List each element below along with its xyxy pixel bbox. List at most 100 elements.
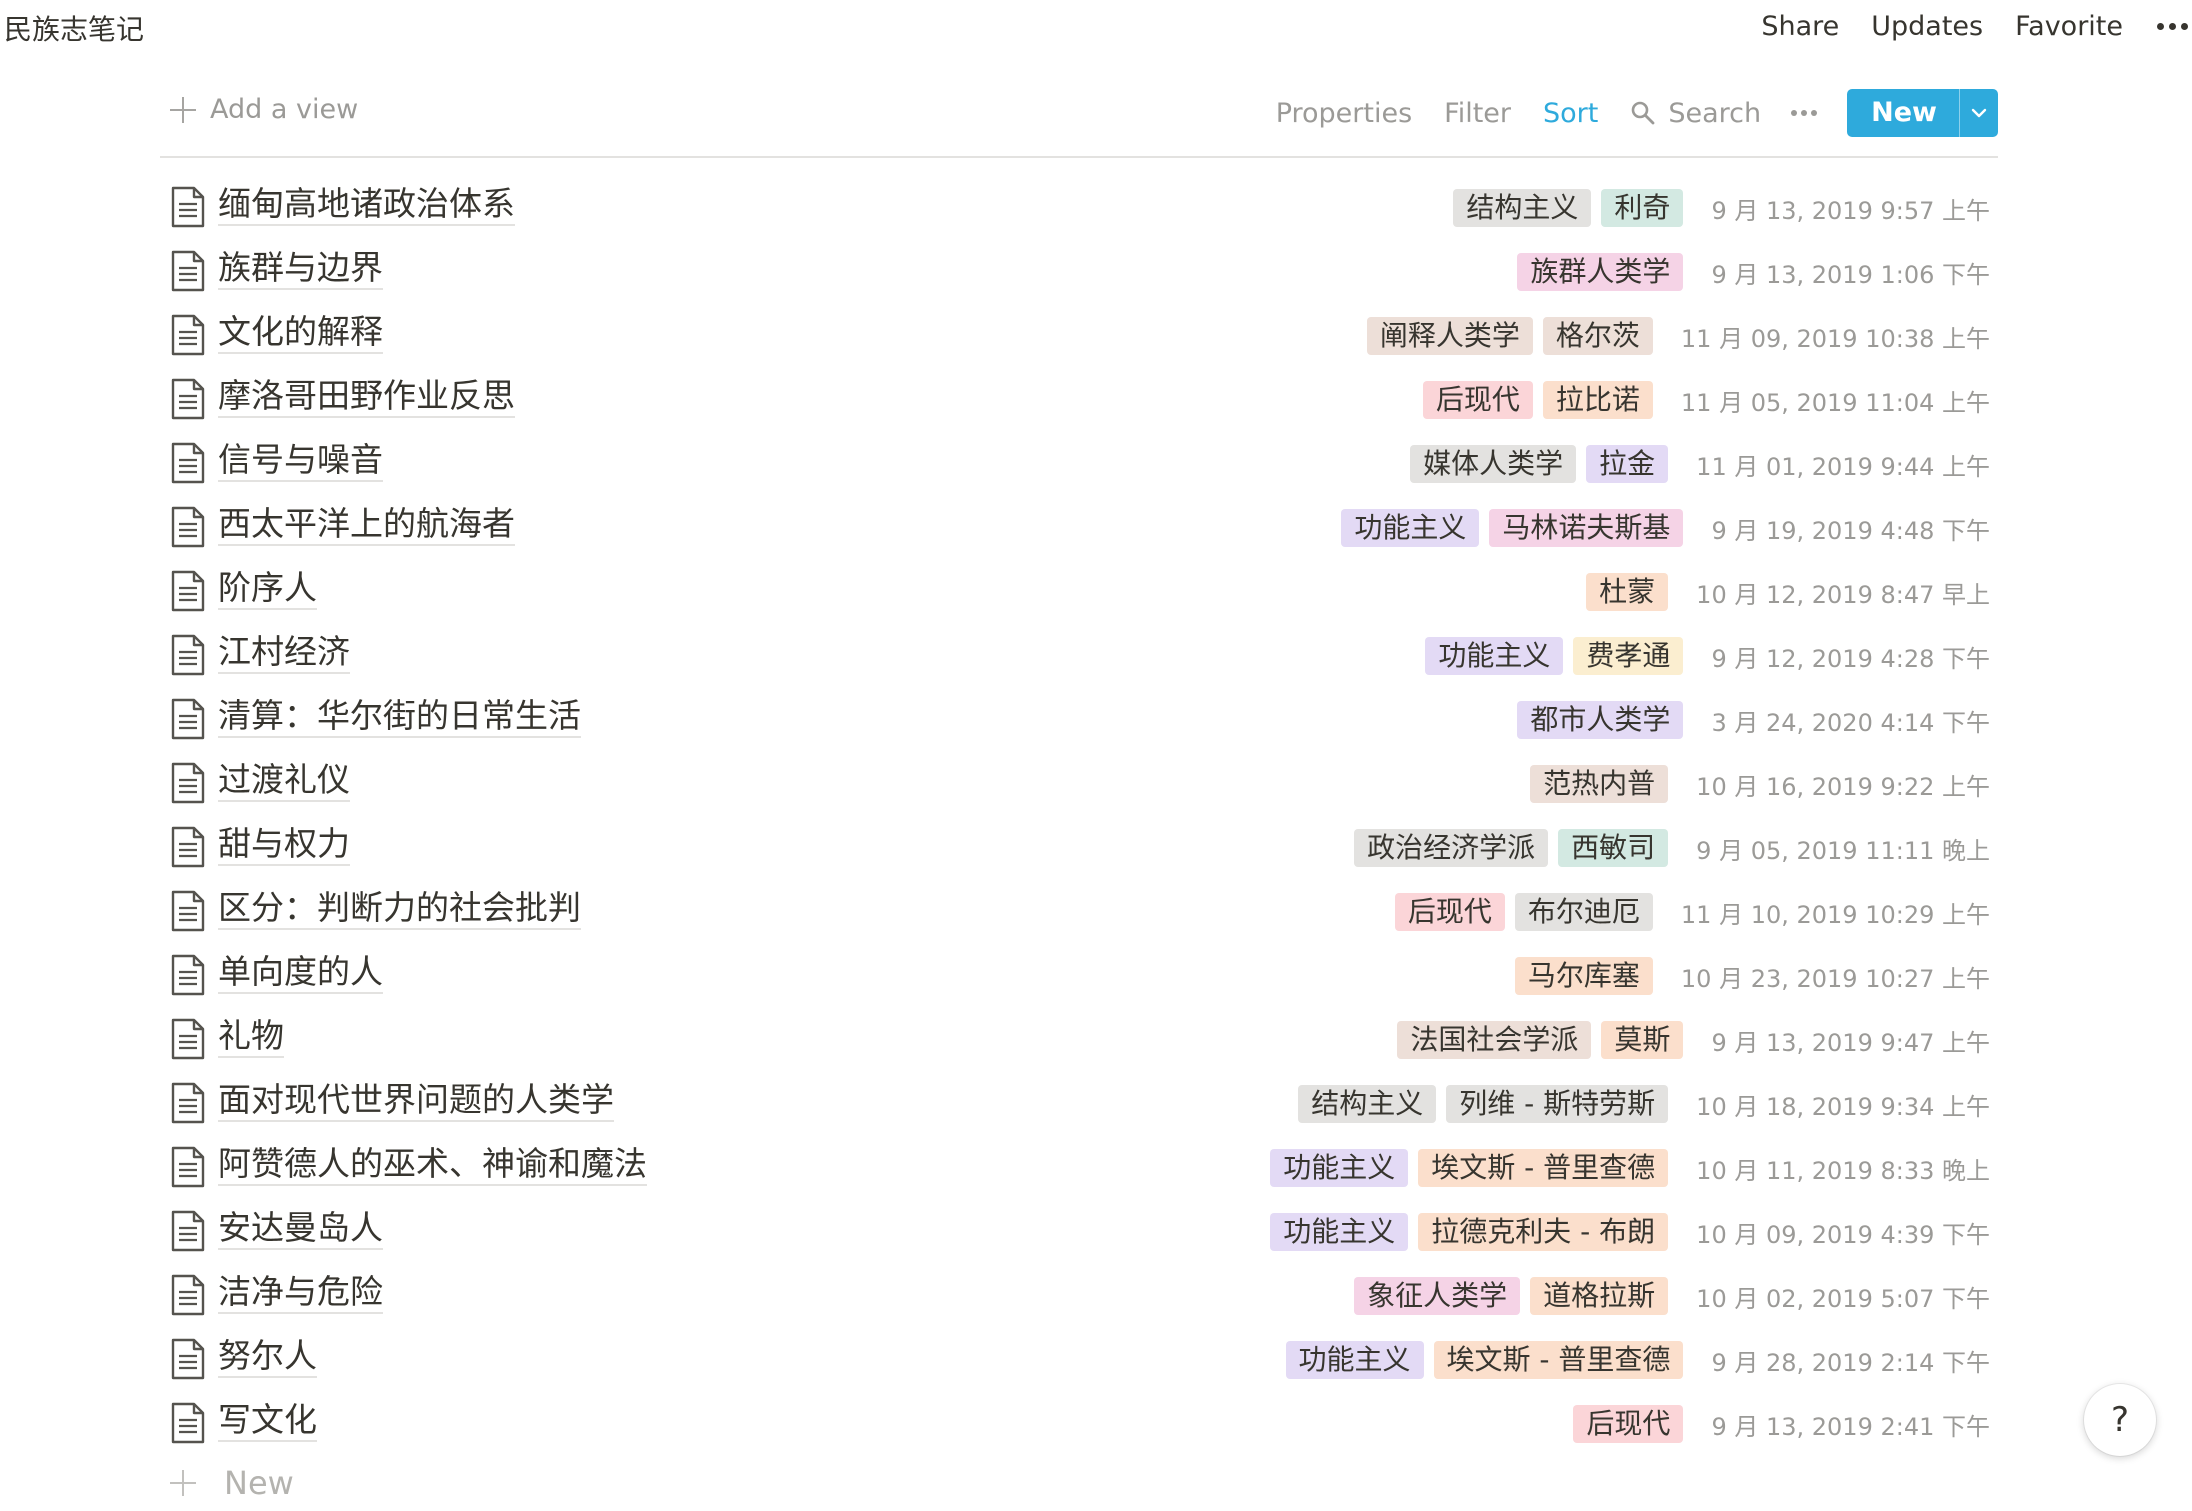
new-page-label: New (224, 1464, 294, 1502)
more-horizontal-icon[interactable] (2153, 22, 2192, 30)
page-title-link[interactable]: 摩洛哥田野作业反思 (218, 376, 515, 418)
row-properties: 功能主义 拉德克利夫 - 布朗 10 月 09, 2019 4:39 下午 (1260, 1212, 1990, 1252)
list-item[interactable]: 清算：华尔街的日常生活 都市人类学 3 月 24, 2020 4:14 下午 (160, 688, 1998, 752)
created-time: 10 月 09, 2019 4:39 下午 (1696, 1220, 1990, 1249)
favorite-button[interactable]: Favorite (2015, 11, 2123, 42)
share-button[interactable]: Share (1761, 11, 1839, 42)
page-title[interactable]: 民族志笔记 (4, 8, 144, 48)
list-item[interactable]: 阿赞德人的巫术、神谕和魔法 功能主义 埃文斯 - 普里查德 10 月 11, 201… (160, 1136, 1998, 1200)
page-title-link[interactable]: 西太平洋上的航海者 (218, 504, 515, 546)
page-title-link[interactable]: 过渡礼仪 (218, 760, 350, 802)
new-page-button[interactable]: New (160, 1464, 294, 1502)
list-item[interactable]: 过渡礼仪 范热内普 10 月 16, 2019 9:22 上午 (160, 752, 1998, 816)
tag-badge: 阐释人类学 (1366, 317, 1533, 355)
created-time: 10 月 18, 2019 9:34 上午 (1696, 1092, 1990, 1121)
topbar-actions: Share Updates Favorite (1729, 8, 2192, 44)
tag-badge: 布尔迪厄 (1514, 893, 1653, 931)
new-button-label[interactable]: New (1847, 89, 1959, 137)
created-time: 10 月 02, 2019 5:07 下午 (1696, 1284, 1990, 1313)
properties-button[interactable]: Properties (1276, 98, 1412, 129)
page-title-link[interactable]: 单向度的人 (218, 952, 383, 994)
created-time: 10 月 12, 2019 8:47 早上 (1696, 580, 1990, 609)
plus-icon (170, 1470, 196, 1496)
tag-badge: 西敏司 (1558, 829, 1669, 867)
list-item[interactable]: 区分：判断力的社会批判 后现代 布尔迪厄 11 月 10, 2019 10:29 上… (160, 880, 1998, 944)
page-title-link[interactable]: 江村经济 (218, 632, 350, 674)
page-title-link[interactable]: 区分：判断力的社会批判 (218, 888, 581, 930)
tag-badge: 功能主义 (1270, 1149, 1409, 1187)
created-time: 3 月 24, 2020 4:14 下午 (1711, 708, 1990, 737)
list-item[interactable]: 西太平洋上的航海者 功能主义 马林诺夫斯基 9 月 19, 2019 4:48 下午 (160, 496, 1998, 560)
list-item[interactable]: 信号与噪音 媒体人类学 拉金 11 月 01, 2019 9:44 上午 (160, 432, 1998, 496)
tag-badge: 马尔库塞 (1514, 957, 1653, 995)
list-item[interactable]: 族群与边界 族群人类学 9 月 13, 2019 1:06 下午 (160, 240, 1998, 304)
list-item[interactable]: 写文化 后现代 9 月 13, 2019 2:41 下午 (160, 1392, 1998, 1456)
list-item[interactable]: 单向度的人 马尔库塞 10 月 23, 2019 10:27 上午 (160, 944, 1998, 1008)
page-icon (171, 570, 205, 612)
tag-badge: 道格拉斯 (1530, 1277, 1669, 1315)
row-properties: 族群人类学 9 月 13, 2019 1:06 下午 (1507, 252, 1990, 292)
created-time: 9 月 13, 2019 9:57 上午 (1711, 196, 1990, 225)
page-title-link[interactable]: 安达曼岛人 (218, 1208, 383, 1250)
page-title-link[interactable]: 面对现代世界问题的人类学 (218, 1080, 614, 1122)
list-item[interactable]: 甜与权力 政治经济学派 西敏司 9 月 05, 2019 11:11 晚上 (160, 816, 1998, 880)
created-time: 9 月 12, 2019 4:28 下午 (1711, 644, 1990, 673)
page-icon (171, 762, 205, 804)
tag-badge: 杜蒙 (1586, 573, 1669, 611)
list-item[interactable]: 缅甸高地诸政治体系 结构主义 利奇 9 月 13, 2019 9:57 上午 (160, 176, 1998, 240)
plus-icon (170, 96, 196, 123)
page-title-link[interactable]: 阶序人 (218, 568, 317, 610)
row-properties: 后现代 9 月 13, 2019 2:41 下午 (1563, 1404, 1990, 1444)
view-options-icon[interactable] (1791, 110, 1818, 116)
page-title-link[interactable]: 努尔人 (218, 1336, 317, 1378)
list-item[interactable]: 摩洛哥田野作业反思 后现代 拉比诺 11 月 05, 2019 11:04 上午 (160, 368, 1998, 432)
tag-badge: 利奇 (1601, 189, 1684, 227)
list-item[interactable]: 礼物 法国社会学派 莫斯 9 月 13, 2019 9:47 上午 (160, 1008, 1998, 1072)
page-icon (171, 1210, 205, 1252)
tag-badge: 媒体人类学 (1410, 445, 1577, 483)
list-item[interactable]: 江村经济 功能主义 费孝通 9 月 12, 2019 4:28 下午 (160, 624, 1998, 688)
add-view-button[interactable]: Add a view (170, 94, 358, 125)
page-title-link[interactable]: 礼物 (218, 1016, 284, 1058)
page-icon (171, 826, 205, 868)
page-title-link[interactable]: 写文化 (218, 1400, 317, 1442)
page-title-link[interactable]: 甜与权力 (218, 824, 350, 866)
filter-button[interactable]: Filter (1444, 98, 1511, 129)
page-title-link[interactable]: 族群与边界 (218, 248, 383, 290)
page-title-link[interactable]: 文化的解释 (218, 312, 383, 354)
page-title-link[interactable]: 信号与噪音 (218, 440, 383, 482)
row-properties: 范热内普 10 月 16, 2019 9:22 上午 (1520, 764, 1990, 804)
page-icon (171, 506, 205, 548)
search-icon (1632, 101, 1655, 125)
page-title-link[interactable]: 阿赞德人的巫术、神谕和魔法 (218, 1144, 647, 1186)
tag-badge: 莫斯 (1601, 1021, 1684, 1059)
page-title-link[interactable]: 洁净与危险 (218, 1272, 383, 1314)
new-dropdown-button[interactable] (1959, 89, 1998, 137)
list-item[interactable]: 阶序人 杜蒙 10 月 12, 2019 8:47 早上 (160, 560, 1998, 624)
page-icon (171, 1018, 205, 1060)
page-title-link[interactable]: 清算：华尔街的日常生活 (218, 696, 581, 738)
created-time: 11 月 01, 2019 9:44 上午 (1696, 452, 1990, 481)
tag-badge: 埃文斯 - 普里查德 (1433, 1341, 1684, 1379)
updates-button[interactable]: Updates (1871, 11, 1983, 42)
list-item[interactable]: 安达曼岛人 功能主义 拉德克利夫 - 布朗 10 月 09, 2019 4:39 下… (160, 1200, 1998, 1264)
tag-badge: 后现代 (1573, 1405, 1684, 1443)
created-time: 11 月 09, 2019 10:38 上午 (1680, 324, 1990, 353)
page-title-link[interactable]: 缅甸高地诸政治体系 (218, 184, 515, 226)
sort-button[interactable]: Sort (1543, 98, 1598, 129)
created-time: 11 月 10, 2019 10:29 上午 (1680, 900, 1990, 929)
new-button[interactable]: New (1847, 89, 1998, 137)
page-list: 缅甸高地诸政治体系 结构主义 利奇 9 月 13, 2019 9:57 上午 族群与… (160, 176, 1998, 1456)
list-item[interactable]: 努尔人 功能主义 埃文斯 - 普里查德 9 月 28, 2019 2:14 下午 (160, 1328, 1998, 1392)
help-button[interactable]: ? (2084, 1384, 2156, 1456)
list-item[interactable]: 文化的解释 阐释人类学 格尔茨 11 月 09, 2019 10:38 上午 (160, 304, 1998, 368)
list-item[interactable]: 洁净与危险 象征人类学 道格拉斯 10 月 02, 2019 5:07 下午 (160, 1264, 1998, 1328)
created-time: 9 月 13, 2019 1:06 下午 (1711, 260, 1990, 289)
row-properties: 马尔库塞 10 月 23, 2019 10:27 上午 (1505, 956, 1990, 996)
topbar: 民族志笔记 Share Updates Favorite (0, 0, 2192, 52)
tag-badge: 结构主义 (1453, 189, 1592, 227)
view-tools: Properties Filter Sort Search New (1244, 88, 1998, 138)
tag-badge: 都市人类学 (1517, 701, 1684, 739)
search-button[interactable]: Search (1630, 98, 1761, 129)
list-item[interactable]: 面对现代世界问题的人类学 结构主义 列维 - 斯特劳斯 10 月 18, 2019 … (160, 1072, 1998, 1136)
